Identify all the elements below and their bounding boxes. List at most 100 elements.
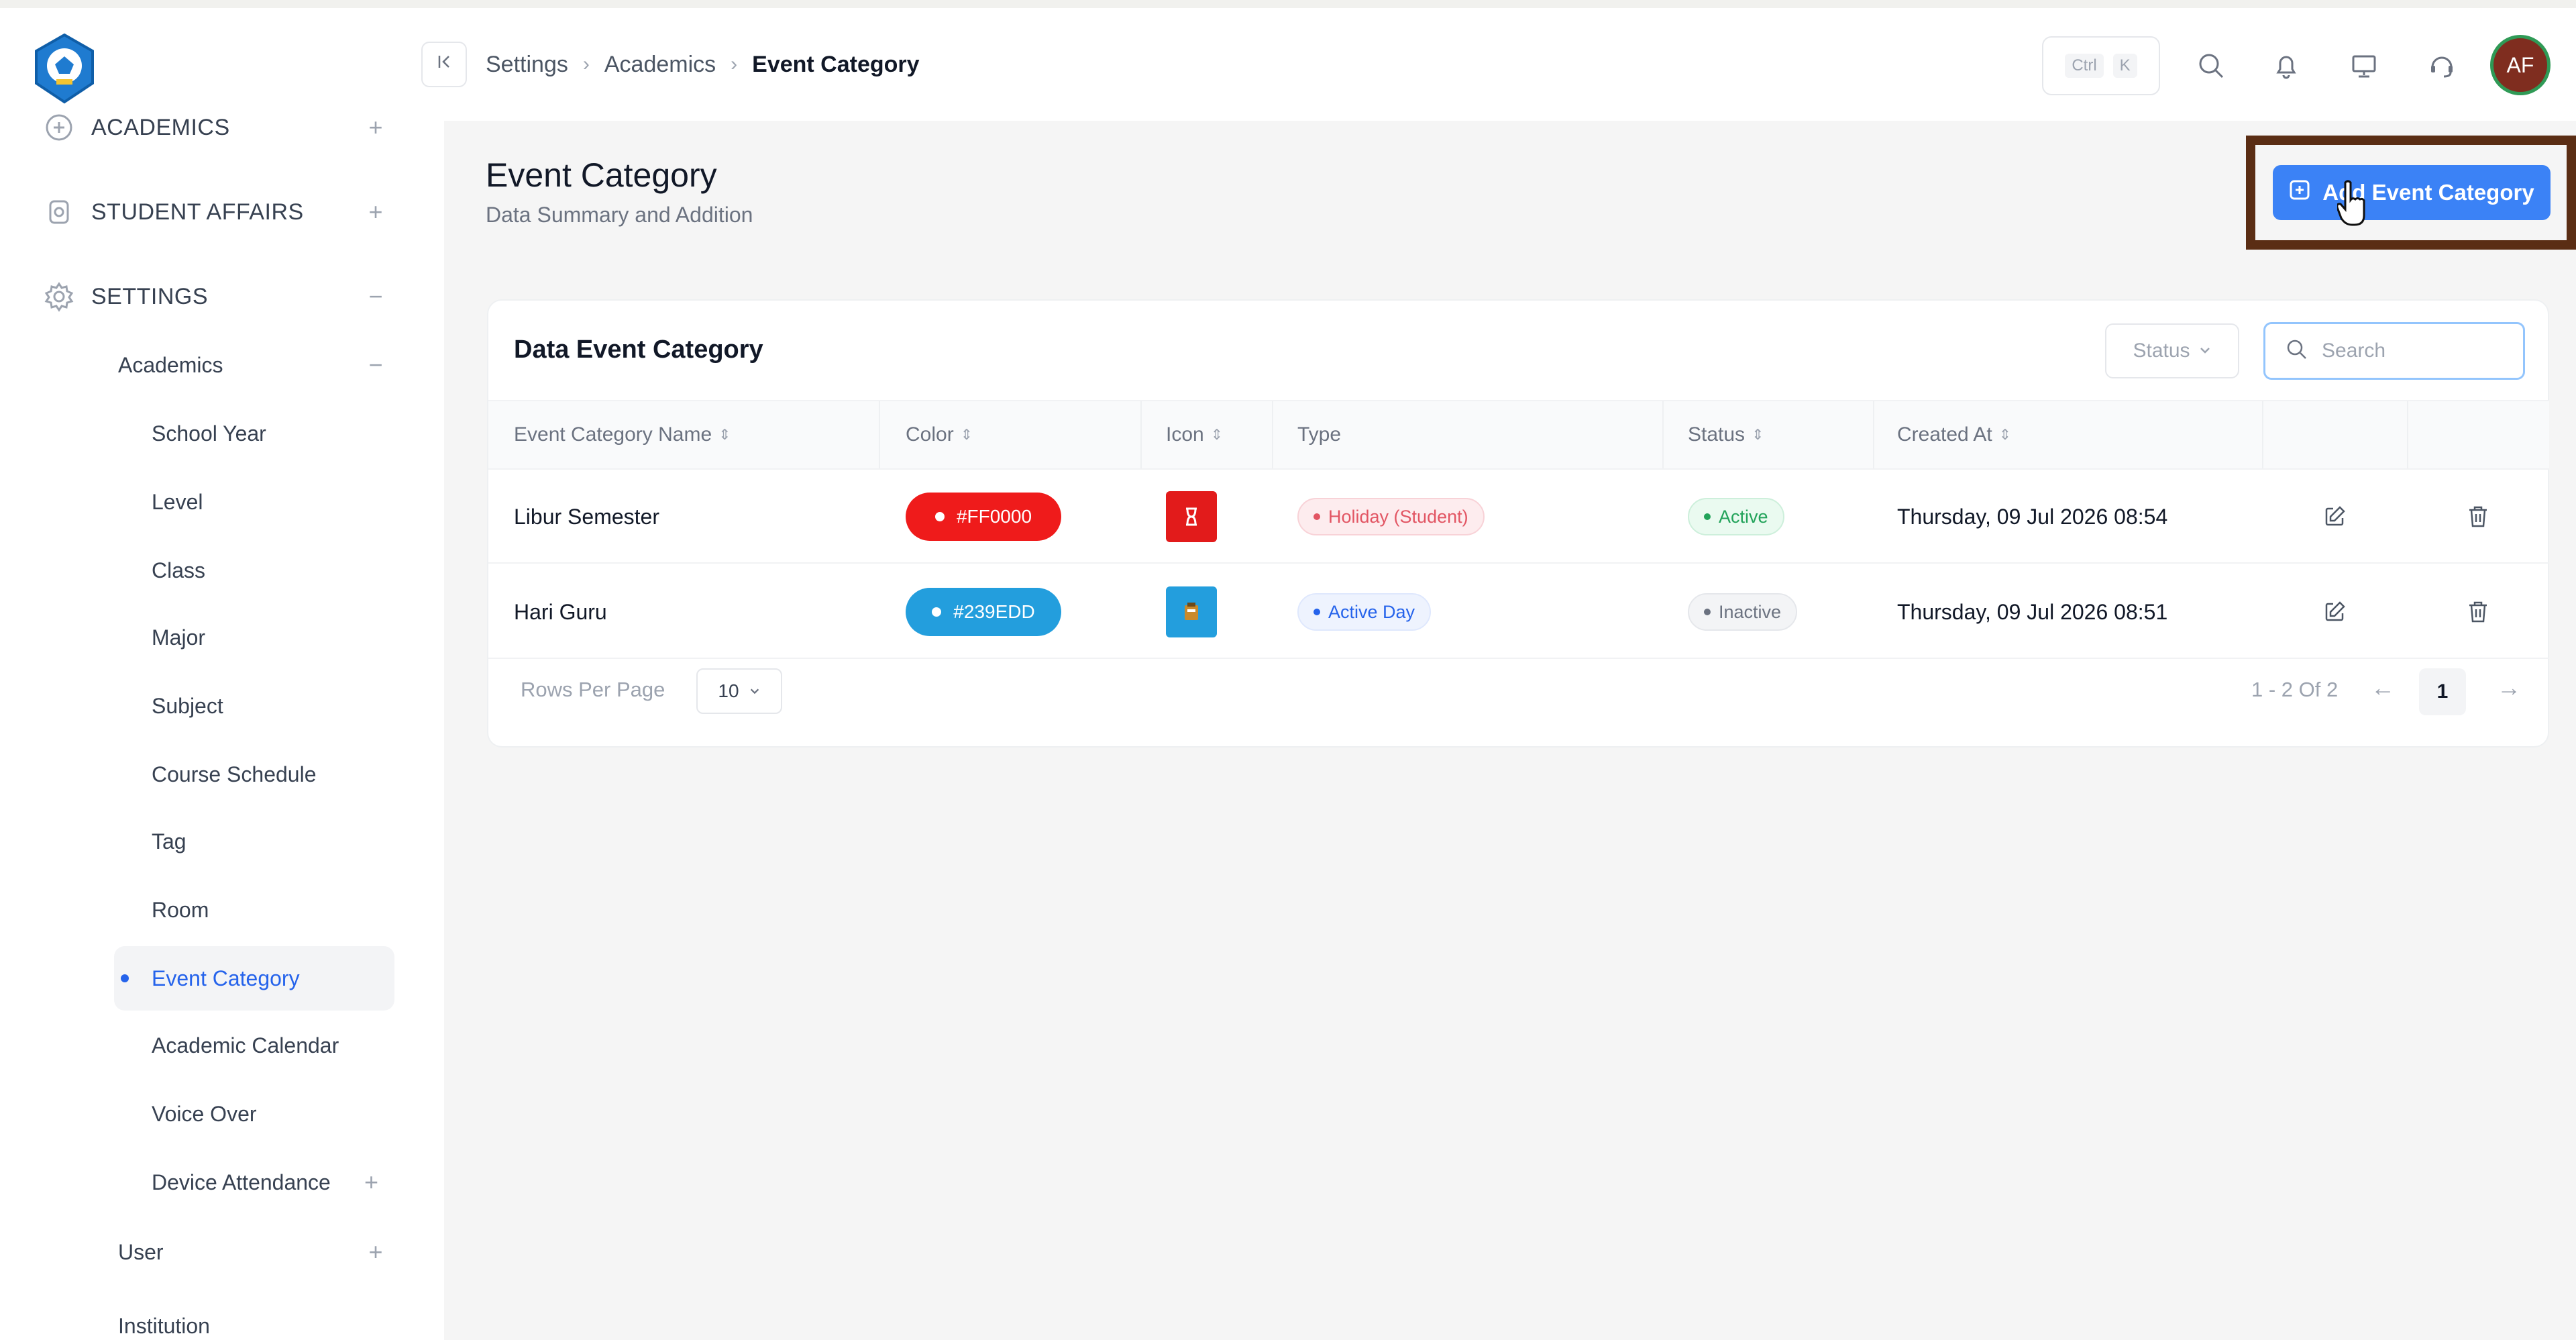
gear-icon [40,278,78,315]
event-icon [1166,491,1217,542]
cell-color: #FF0000 [906,470,1061,564]
collapse-sidebar-button[interactable] [421,42,467,87]
cell-edit [2316,470,2353,564]
sidebar-section-academics[interactable]: ACADEMICS + [40,107,389,148]
search-input[interactable] [2322,340,2510,362]
sidebar-group-user[interactable]: User + [118,1232,389,1272]
sidebar-item-device-attendance[interactable]: Device Attendance + [114,1150,394,1215]
cell-delete [2459,470,2497,564]
edit-icon[interactable] [2316,593,2353,631]
cell-color: #239EDD [906,565,1061,659]
status-badge: Inactive [1688,593,1798,631]
expand-icon[interactable]: + [362,113,389,142]
sort-icon[interactable]: ⇕ [961,426,973,444]
column-header-name[interactable]: Event Category Name ⇕ [514,401,731,468]
cell-status: Inactive [1688,565,1798,659]
sidebar-section-student-affairs[interactable]: STUDENT AFFAIRS + [40,192,389,232]
sidebar-item-subject[interactable]: Subject [114,674,394,738]
column-header-label: Color [906,423,954,446]
status-filter-label: Status [2133,340,2190,362]
cell-icon [1166,565,1217,659]
sidebar-item-academic-calendar[interactable]: Academic Calendar [114,1013,394,1078]
search-field[interactable] [2263,322,2525,380]
status-filter-dropdown[interactable]: Status [2105,323,2239,378]
sort-icon[interactable]: ⇕ [1999,426,2011,444]
color-dot-icon [932,607,942,617]
breadcrumb-current: Event Category [752,51,920,77]
trash-icon[interactable] [2459,498,2497,535]
rows-per-page-label: Rows Per Page [521,678,665,701]
sidebar-item-event-category[interactable]: Event Category [114,946,394,1011]
color-badge: #FF0000 [906,493,1061,541]
cell-name: Hari Guru [514,599,607,624]
add-event-category-button[interactable]: Add Event Category [2273,165,2551,220]
arrow-left-icon[interactable]: ← [2371,674,2395,702]
expand-icon[interactable]: + [364,1168,378,1196]
cell-icon [1166,470,1217,564]
column-divider [2262,401,2263,468]
sidebar-item-label: Device Attendance [152,1170,331,1194]
sidebar-group-academics[interactable]: Academics − [118,345,389,385]
sidebar-item-course-schedule[interactable]: Course Schedule [114,742,394,807]
color-badge-label: #239EDD [953,601,1035,622]
status-dot-icon [1704,609,1711,615]
sidebar-item-level[interactable]: Level [114,470,394,534]
sidebar-item-class[interactable]: Class [114,538,394,603]
table-row: Libur Semester #FF0000 Holiday (Student)… [488,470,2549,564]
column-header-status[interactable]: Status ⇕ [1688,401,1764,468]
pagination-page-current[interactable]: 1 [2419,668,2466,715]
expand-icon[interactable]: + [362,198,389,226]
breadcrumb-settings[interactable]: Settings [486,52,568,78]
column-header-type: Type [1297,401,1341,468]
search-icon [2286,338,2308,364]
sidebar-section-label: SETTINGS [91,283,209,309]
support-icon[interactable] [2423,47,2461,85]
plus-square-icon [2289,179,2310,206]
sidebar-section-settings[interactable]: SETTINGS − [40,276,389,317]
column-divider [1272,401,1273,468]
cell-type: Holiday (Student) [1297,470,1485,564]
column-header-created-at[interactable]: Created At ⇕ [1897,401,2011,468]
sidebar-item-room[interactable]: Room [114,878,394,942]
collapse-icon[interactable]: − [362,282,389,311]
cell-created-at: Thursday, 09 Jul 2026 08:51 [1897,599,2168,624]
sidebar-group-institution[interactable]: Institution [118,1306,389,1340]
column-header-icon[interactable]: Icon ⇕ [1166,401,1223,468]
cell-name: Libur Semester [514,504,659,529]
column-header-color[interactable]: Color ⇕ [906,401,973,468]
rows-per-page-select[interactable]: 10 [696,668,782,714]
status-badge-label: Active [1719,506,1768,527]
monitor-icon[interactable] [2345,47,2383,85]
avatar[interactable]: AF [2490,35,2551,95]
edit-icon[interactable] [2316,498,2353,535]
sidebar-item-school-year[interactable]: School Year [114,401,394,466]
sort-icon[interactable]: ⇕ [718,426,731,444]
trash-icon[interactable] [2459,593,2497,631]
table-footer: Rows Per Page 10 1 - 2 Of 2 ← 1 → [488,659,2549,726]
column-header-label: Event Category Name [514,423,712,446]
breadcrumb-academics[interactable]: Academics [604,52,716,78]
sidebar-item-tag[interactable]: Tag [114,809,394,874]
chevron-right-icon: › [731,53,738,75]
cell-created-at: Thursday, 09 Jul 2026 08:54 [1897,504,2168,529]
page-subtitle: Data Summary and Addition [486,203,753,227]
collapse-icon[interactable]: − [362,351,389,379]
sidebar-section-label: STUDENT AFFAIRS [91,199,304,225]
rows-per-page-value: 10 [718,680,739,701]
command-palette-shortcut[interactable]: Ctrl K [2042,36,2160,95]
sidebar-item-voice-over[interactable]: Voice Over [114,1082,394,1146]
type-dot-icon [1313,609,1320,615]
expand-icon[interactable]: + [362,1238,389,1266]
event-icon [1166,586,1217,637]
cell-type: Active Day [1297,565,1432,659]
type-badge-label: Active Day [1328,601,1415,622]
arrow-right-icon[interactable]: → [2497,674,2521,702]
active-indicator [121,974,129,982]
app-logo[interactable] [30,32,99,105]
sort-icon[interactable]: ⇕ [1211,426,1223,444]
sidebar-item-major[interactable]: Major [114,605,394,670]
sort-icon[interactable]: ⇕ [1752,426,1764,444]
column-divider [1662,401,1664,468]
search-icon[interactable] [2192,47,2230,85]
bell-icon[interactable] [2267,47,2305,85]
